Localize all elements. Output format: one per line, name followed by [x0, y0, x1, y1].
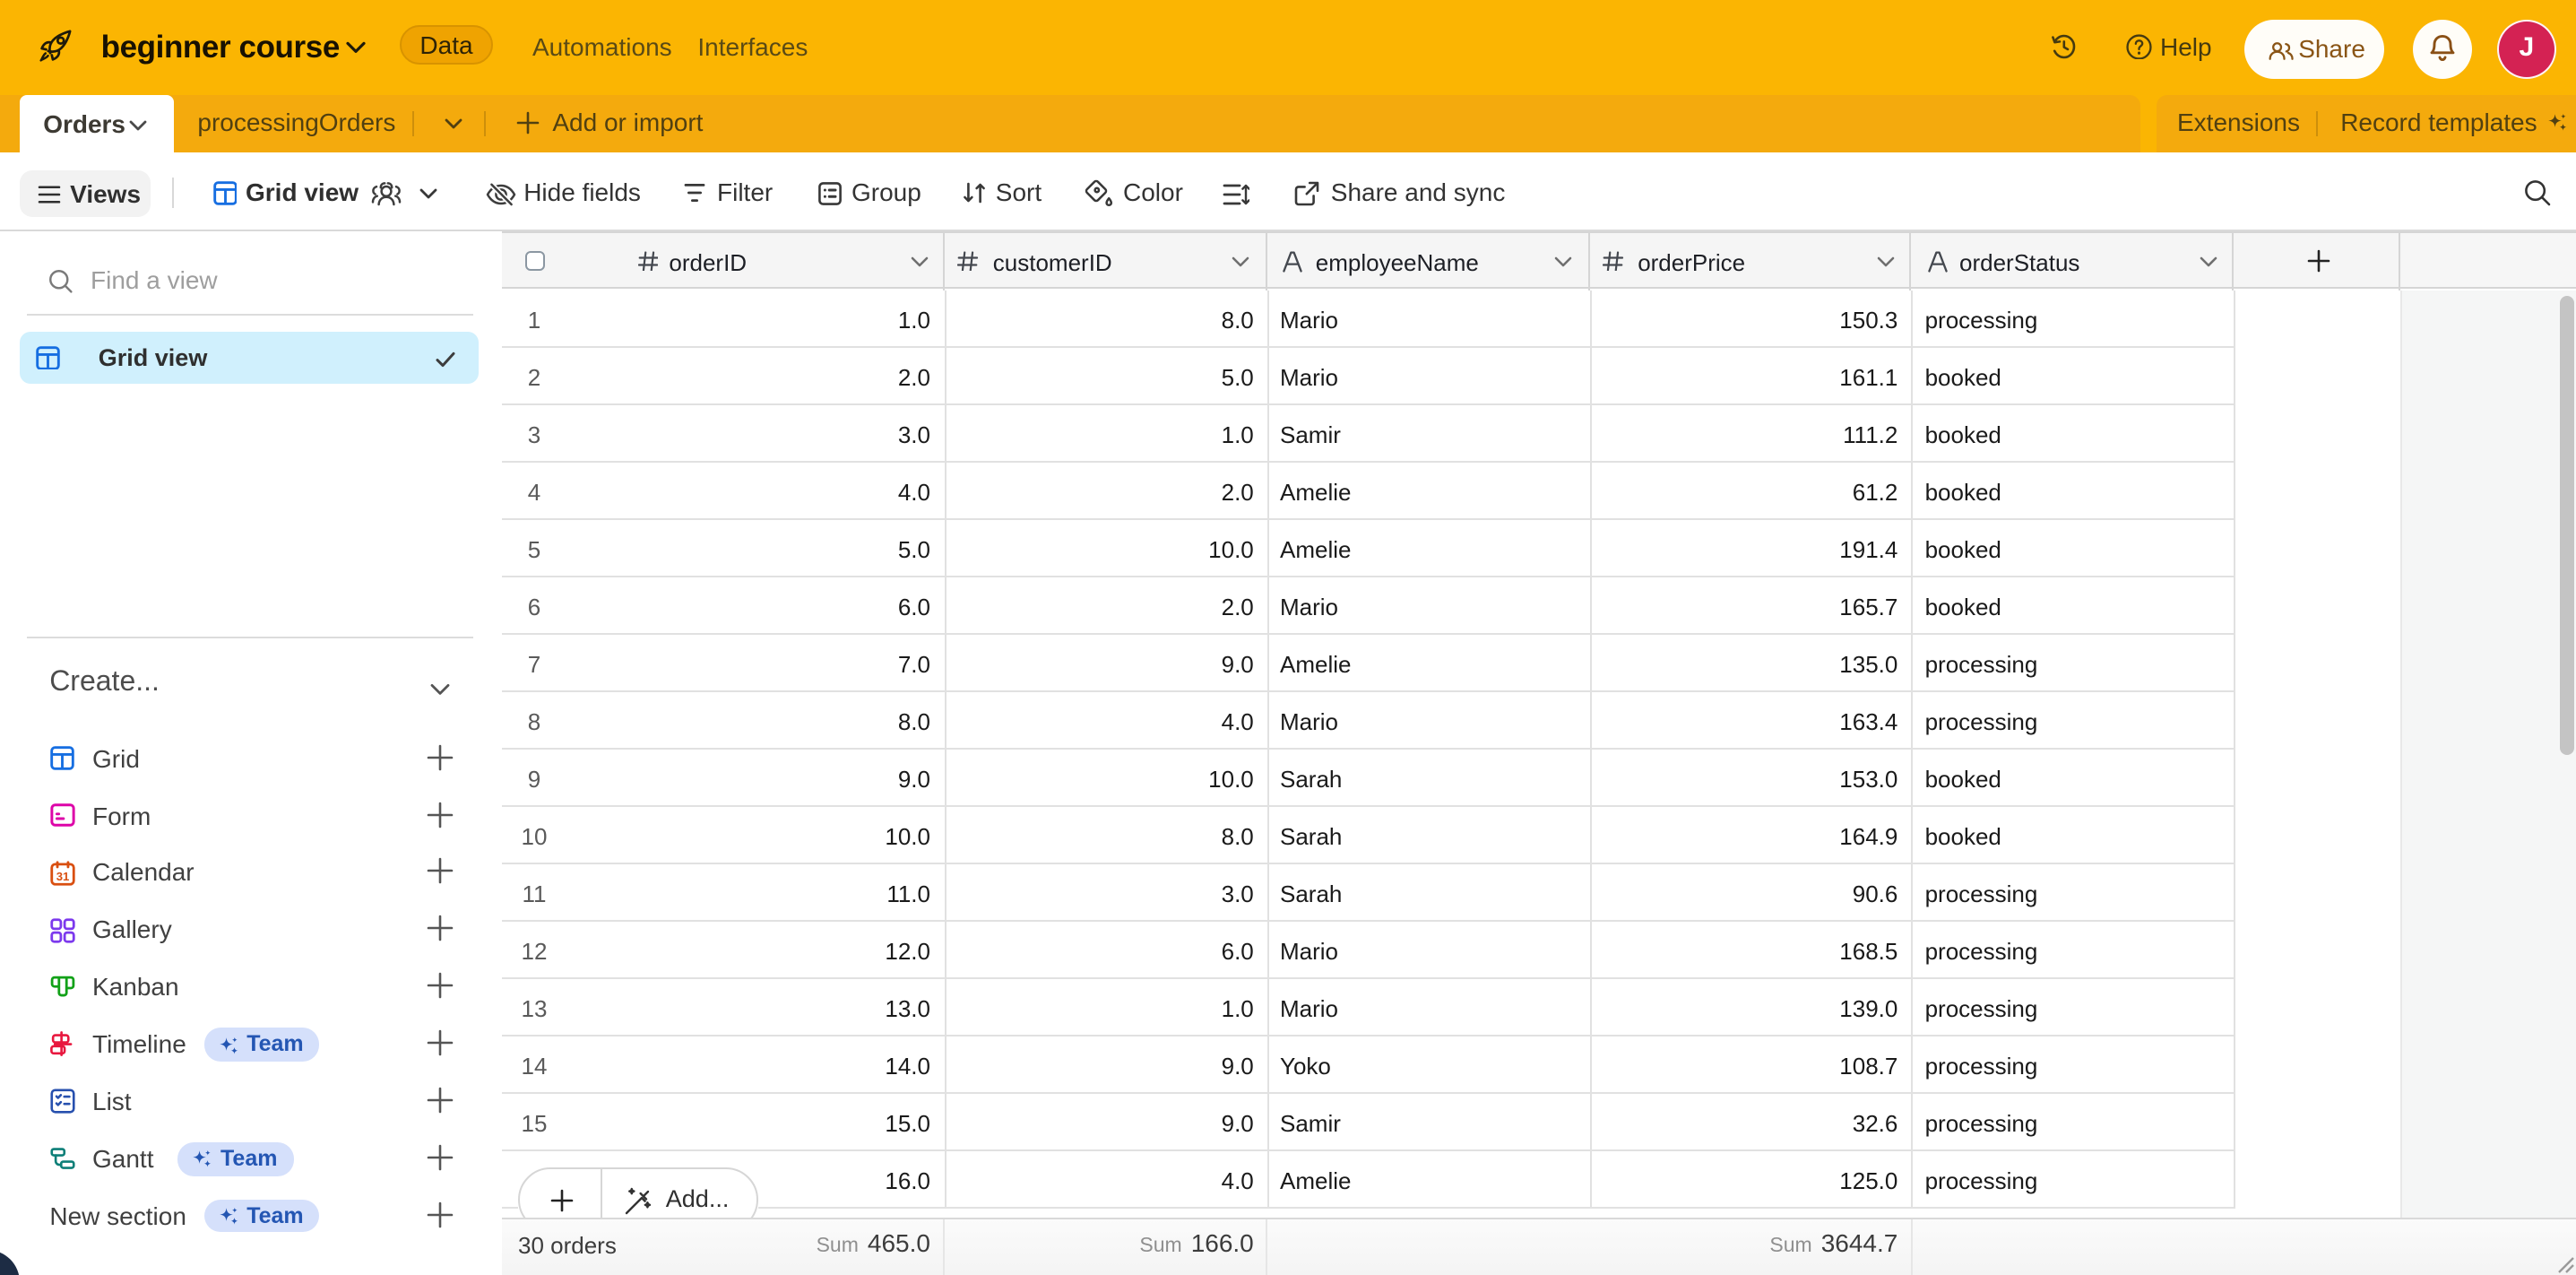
svg-text:31: 31	[56, 870, 70, 883]
